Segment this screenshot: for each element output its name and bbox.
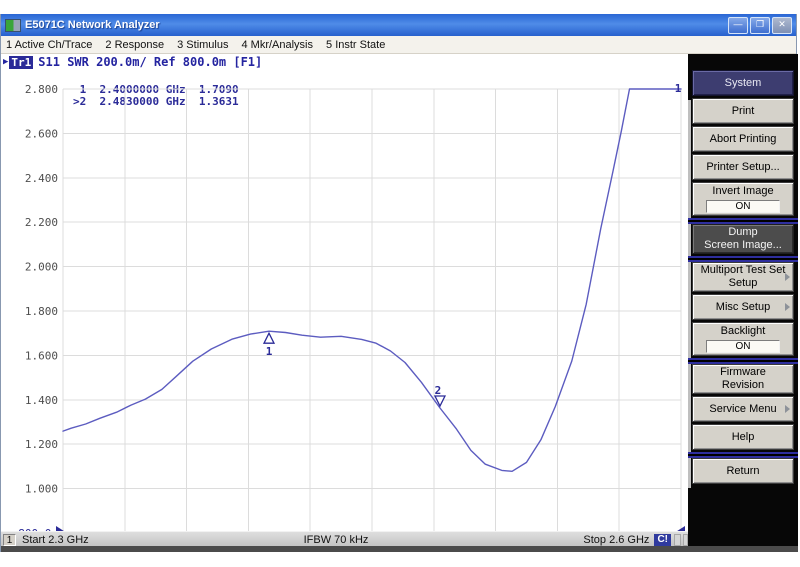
- softkey-label: Abort Printing: [710, 133, 777, 146]
- y-axis-label: 1.000: [25, 483, 58, 496]
- y-axis-label: 1.400: [25, 394, 58, 407]
- start-frequency-label: Start 2.3 GHz: [22, 534, 89, 546]
- softkey-label: Multiport Test Set: [701, 264, 786, 277]
- sidebar-scroll-strip: [688, 100, 691, 488]
- channel-indicator: 1: [3, 534, 16, 546]
- softkey-label: Return: [726, 465, 759, 478]
- softkey-label: Printer Setup...: [706, 161, 779, 174]
- softkey-label: Misc Setup: [716, 301, 770, 314]
- submenu-arrow-icon: [785, 303, 790, 311]
- softkey-abort-printing[interactable]: Abort Printing: [692, 126, 794, 152]
- softkey-label: Revision: [722, 379, 764, 392]
- menu-item-3[interactable]: 3 Stimulus: [177, 39, 228, 51]
- softkey-help[interactable]: Help: [692, 424, 794, 450]
- marker-1-label: 1: [266, 345, 273, 358]
- softkey-toggle-state: ON: [706, 200, 780, 213]
- softkey-sidebar: System Print Abort Printing Printer Setup..…: [688, 54, 798, 546]
- swr-chart: 2.800 2.600 2.400 2.200 2.000 1.800 1.600 1.400…: [1, 54, 688, 531]
- softkey-label: Screen Image...: [704, 239, 782, 252]
- softkey-printer-setup[interactable]: Printer Setup...: [692, 154, 794, 180]
- softkey-misc-setup[interactable]: Misc Setup: [692, 294, 794, 320]
- softkey-label: Firmware: [720, 366, 766, 379]
- softkey-label: Backlight: [721, 325, 766, 338]
- correction-status-badge: C!: [654, 534, 671, 546]
- softkey-label: Print: [732, 105, 755, 118]
- softkey-label: Service Menu: [709, 403, 776, 416]
- y-axis-label: 1.600: [25, 349, 58, 362]
- softkey-label: Setup: [729, 277, 758, 290]
- window-bottom-frame: [1, 546, 798, 552]
- softkey-dump-screen-image[interactable]: DumpScreen Image...: [692, 224, 794, 254]
- softkey-backlight[interactable]: Backlight ON: [692, 322, 794, 356]
- softkey-return[interactable]: Return: [692, 458, 794, 484]
- y-axis-label: 2.000: [25, 261, 58, 274]
- menu-bar: 1 Active Ch/Trace 2 Response 3 Stimulus 4 M…: [1, 36, 796, 54]
- softkey-label: System: [725, 77, 762, 90]
- marker-2-label: 2: [435, 384, 442, 397]
- trace-number-label: 1: [675, 82, 682, 95]
- y-axis-label: 1.800: [25, 305, 58, 318]
- y-axis-label: 2.200: [25, 216, 58, 229]
- measurement-area: ▶ Tr1 S11 SWR 200.0m/ Ref 800.0m [F1] 1 …: [1, 54, 688, 531]
- y-axis-label: 2.800: [25, 83, 58, 96]
- restore-button[interactable]: ❐: [750, 17, 770, 34]
- ifbw-label: IFBW 70 kHz: [89, 534, 584, 546]
- softkey-firmware-revision[interactable]: FirmwareRevision: [692, 364, 794, 394]
- menu-item-4[interactable]: 4 Mkr/Analysis: [241, 39, 313, 51]
- softkey-toggle-state: ON: [706, 340, 780, 353]
- submenu-arrow-icon: [785, 405, 790, 413]
- title-bar: E5071C Network Analyzer — ❐ ✕: [1, 14, 796, 36]
- stop-frequency-label: Stop 2.6 GHz: [583, 534, 649, 546]
- minimize-button[interactable]: —: [728, 17, 748, 34]
- menu-item-2[interactable]: 2 Response: [105, 39, 164, 51]
- analyzer-window: E5071C Network Analyzer — ❐ ✕ 1 Active C…: [0, 14, 797, 552]
- menu-item-1[interactable]: 1 Active Ch/Trace: [6, 39, 92, 51]
- screen: E5071C Network Analyzer — ❐ ✕ 1 Active C…: [0, 0, 800, 567]
- softkey-system[interactable]: System: [692, 70, 794, 96]
- menu-item-5[interactable]: 5 Instr State: [326, 39, 385, 51]
- softkey-multiport-test-set-setup[interactable]: Multiport Test SetSetup: [692, 262, 794, 292]
- softkey-label: Invert Image: [712, 185, 773, 198]
- submenu-arrow-icon: [785, 273, 790, 281]
- softkey-service-menu[interactable]: Service Menu: [692, 396, 794, 422]
- y-axis-label: 2.600: [25, 127, 58, 140]
- y-axis-label: 2.400: [25, 172, 58, 185]
- softkey-invert-image[interactable]: Invert Image ON: [692, 182, 794, 216]
- softkey-label: Dump: [728, 226, 757, 239]
- status-spacer: [674, 534, 681, 546]
- y-axis-label: 1.200: [25, 438, 58, 451]
- window-icon: [5, 19, 21, 32]
- marker-2-triangle-icon[interactable]: [435, 396, 445, 406]
- softkey-label: Help: [732, 431, 755, 444]
- window-title: E5071C Network Analyzer: [25, 19, 726, 31]
- softkey-print[interactable]: Print: [692, 98, 794, 124]
- close-button[interactable]: ✕: [772, 17, 792, 34]
- marker-1-triangle-icon[interactable]: [264, 333, 274, 343]
